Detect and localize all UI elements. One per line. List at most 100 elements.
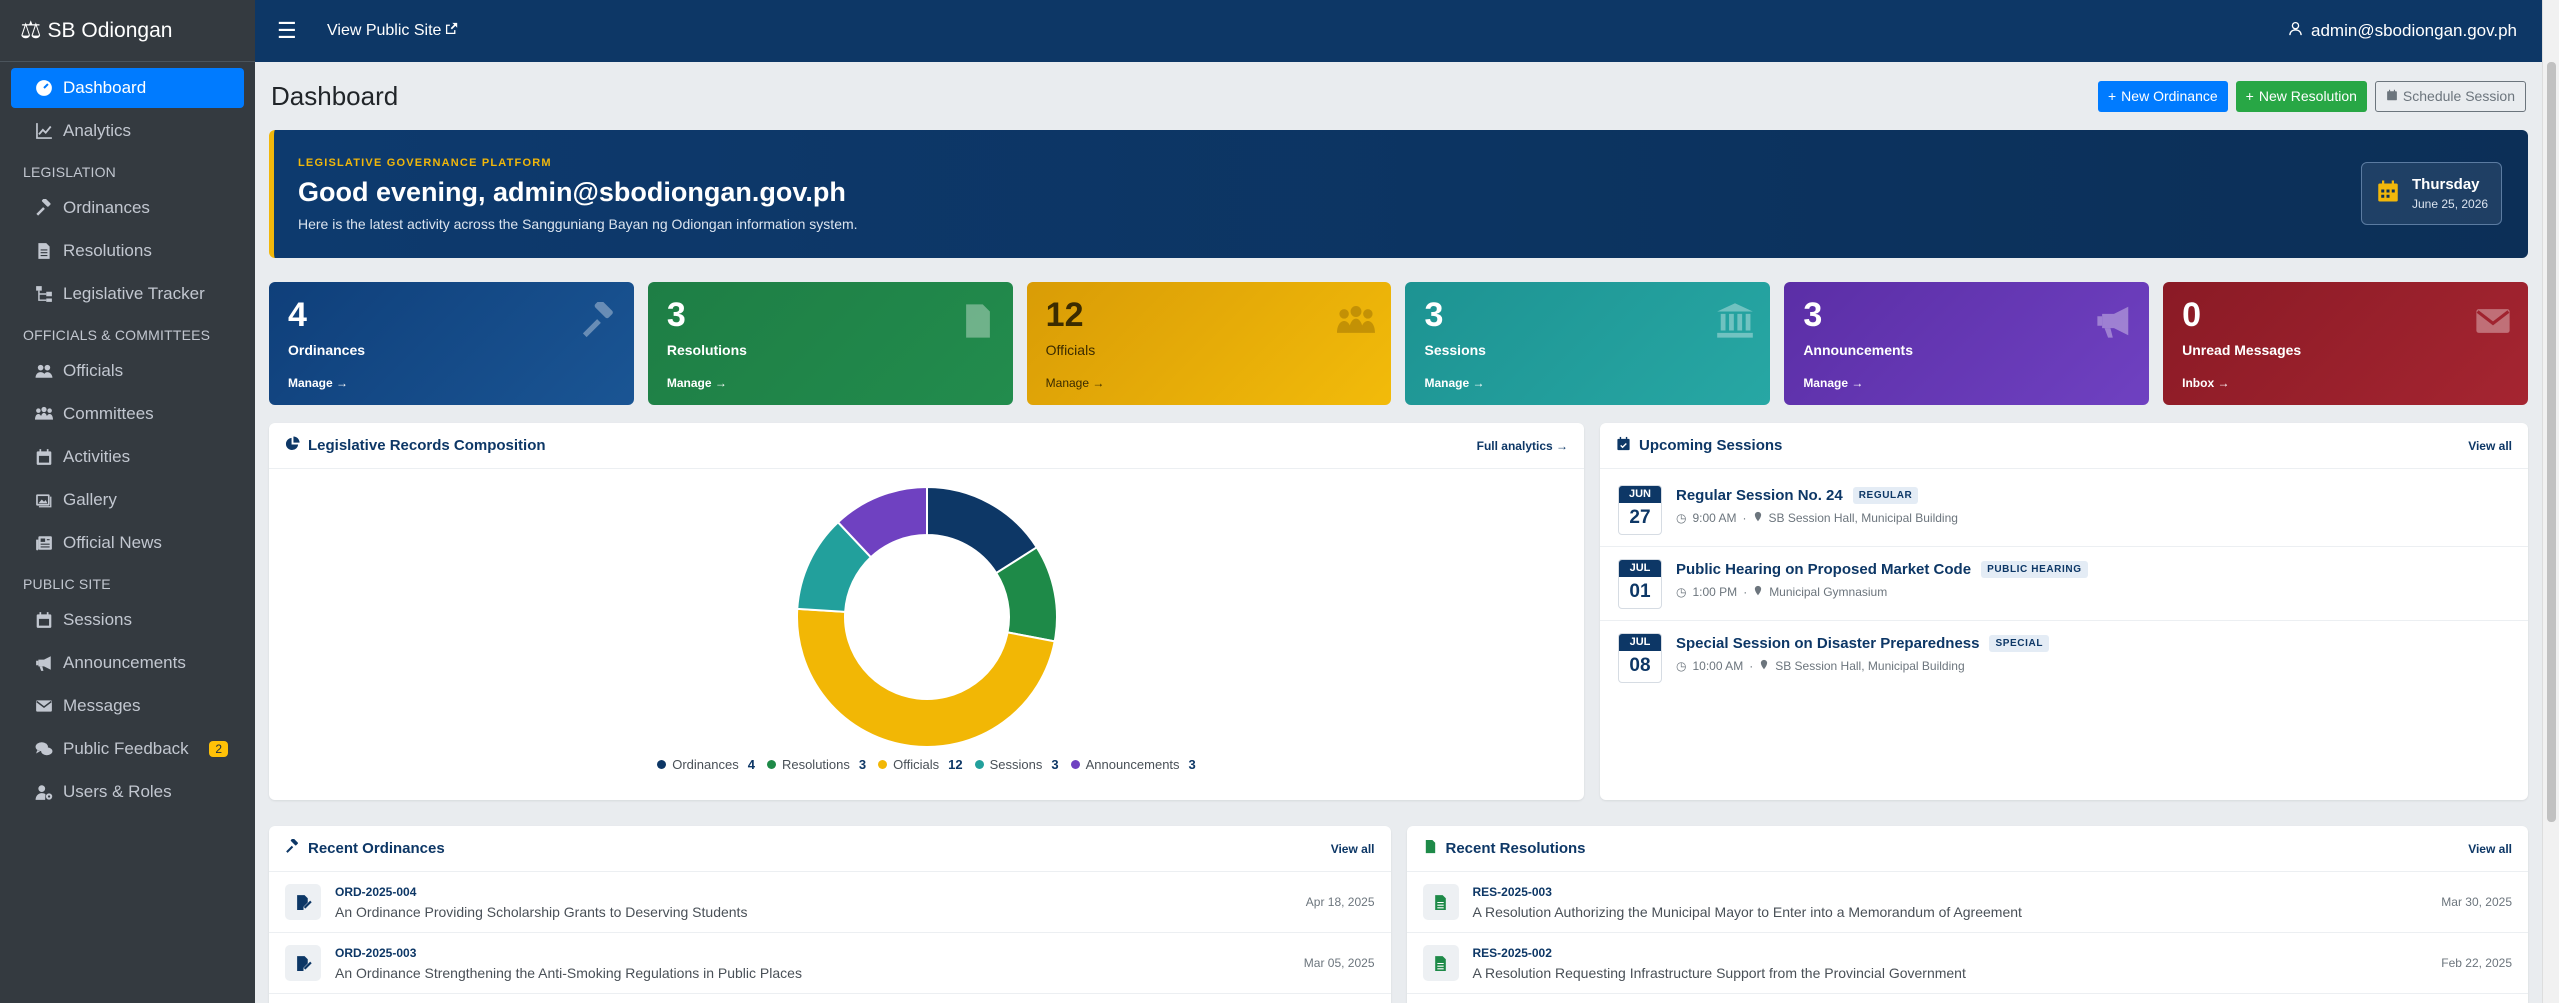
user-gear-icon: [31, 783, 57, 801]
file-signature-icon: [285, 884, 321, 920]
gavel-icon: [31, 199, 57, 217]
file-icon: [959, 302, 997, 345]
view-public-site-link[interactable]: View Public Site: [327, 22, 458, 40]
user-email: admin@sbodiongan.gov.ph: [2311, 21, 2517, 40]
images-icon: [31, 491, 57, 509]
legend-swatch: [1070, 760, 1080, 769]
sidebar-item-sessions[interactable]: Sessions: [11, 600, 244, 640]
sidebar-item-analytics[interactable]: Analytics: [11, 111, 244, 151]
bottom-row: Recent Ordinances View all ORD-2025-004 …: [269, 826, 2528, 1003]
sidebar-label-analytics: Analytics: [63, 121, 132, 140]
sidebar-item-committees[interactable]: Committees: [11, 394, 244, 434]
resolution-row[interactable]: RES-2025-003 A Resolution Authorizing th…: [1406, 872, 2528, 933]
legend-item-sessions[interactable]: Sessions 3: [974, 757, 1059, 772]
sidebar-item-ordinances[interactable]: Ordinances: [11, 188, 244, 228]
sidebar-item-activities[interactable]: Activities: [11, 437, 244, 477]
sidebar-item-announcements[interactable]: Announcements: [11, 643, 244, 683]
new-ordinance-label: New Ordinance: [2121, 88, 2218, 104]
scrollbar-thumb[interactable]: [2547, 62, 2556, 822]
file-signature-icon: [285, 945, 321, 981]
session-type-badge: PUBLIC HEARING: [1981, 561, 2088, 578]
calendar-check-icon: [1616, 436, 1631, 456]
recent-ordinances-card: Recent Ordinances View all ORD-2025-004 …: [269, 826, 1391, 1003]
menu-toggle-icon[interactable]: ☰: [277, 18, 305, 44]
legend-item-announcements[interactable]: Announcements 3: [1070, 757, 1196, 772]
full-analytics-link[interactable]: Full analytics →: [1477, 439, 1568, 453]
sessions-view-all-link[interactable]: View all: [2468, 439, 2512, 453]
file-icon: [1423, 839, 1438, 859]
recent-ordinances-title: Recent Ordinances: [308, 840, 445, 857]
ordinance-row[interactable]: ORD-2025-003 An Ordinance Strengthening …: [269, 933, 1391, 994]
composition-title: Legislative Records Composition: [308, 437, 546, 454]
separator-dot: ·: [1749, 659, 1754, 673]
plus-icon: +: [2107, 88, 2117, 104]
session-item[interactable]: JUN 27 Regular Session No. 24 REGULAR ◷ 9:…: [1600, 473, 2528, 547]
stat-inbox-link[interactable]: Inbox →: [2182, 376, 2509, 390]
schedule-session-button[interactable]: Schedule Session: [2374, 80, 2526, 112]
stat-card-resolutions[interactable]: 3 Resolutions Manage →: [647, 282, 1013, 405]
stat-manage-link[interactable]: Manage →: [1046, 376, 1373, 390]
sidebar-item-resolutions[interactable]: Resolutions: [11, 231, 244, 271]
stat-card-ordinances[interactable]: 4 Ordinances Manage →: [269, 282, 634, 405]
resolution-date: Feb 22, 2025: [2441, 956, 2512, 970]
brand[interactable]: ⚖ SB Odiongan: [0, 0, 255, 62]
sidebar-nav: Dashboard Analytics LEGISLATION Ordinanc…: [0, 62, 255, 821]
banner-subtitle: Here is the latest activity across the S…: [298, 215, 858, 232]
ordinance-code: ORD-2025-004: [335, 884, 417, 899]
external-link-icon: [445, 22, 458, 40]
stat-card-messages[interactable]: 0 Unread Messages Inbox →: [2163, 282, 2528, 405]
resolutions-view-all-link[interactable]: View all: [2468, 842, 2512, 856]
nav-header-officials: OFFICIALS & COMMITTEES: [23, 327, 211, 343]
sidebar-label-dashboard: Dashboard: [63, 78, 147, 97]
stat-card-sessions[interactable]: 3 Sessions Manage →: [1405, 282, 1771, 405]
session-item[interactable]: JUL 08 Special Session on Disaster Prepa…: [1600, 621, 2528, 695]
file-lines-icon: [1422, 945, 1459, 981]
ordinance-row[interactable]: ORD-2025-004 An Ordinance Providing Scho…: [269, 872, 1391, 933]
plus-icon: +: [2245, 88, 2254, 104]
sidebar-item-messages[interactable]: Messages: [11, 686, 244, 726]
sidebar-label-users: Users & Roles: [63, 782, 172, 801]
sidebar-item-dashboard[interactable]: Dashboard: [11, 68, 244, 108]
map-pin-icon: [1753, 511, 1763, 525]
page-scrollbar[interactable]: [2542, 0, 2559, 1003]
user-icon: [2288, 21, 2303, 41]
new-resolution-button[interactable]: + New Resolution: [2235, 80, 2367, 112]
session-item[interactable]: JUL 01 Public Hearing on Proposed Market…: [1600, 547, 2528, 621]
new-ordinance-button[interactable]: + New Ordinance: [2097, 80, 2228, 112]
sidebar-item-users[interactable]: Users & Roles: [11, 772, 244, 812]
user-menu[interactable]: admin@sbodiongan.gov.ph: [2288, 21, 2517, 41]
resolution-date: Mar 30, 2025: [2441, 895, 2512, 909]
landmark-icon: [1716, 302, 1754, 345]
stat-label: Resolutions: [666, 342, 747, 358]
welcome-banner: LEGISLATIVE GOVERNANCE PLATFORM Good eve…: [269, 130, 2528, 258]
banner-kicker: LEGISLATIVE GOVERNANCE PLATFORM: [298, 156, 552, 169]
stat-manage-link[interactable]: Manage →: [1424, 376, 1751, 390]
legend-item-resolutions[interactable]: Resolutions 3: [766, 757, 866, 772]
legend-item-ordinances[interactable]: Ordinances 4: [657, 757, 755, 772]
donut-wrap: [269, 485, 1584, 749]
newspaper-icon: [31, 534, 57, 552]
stat-manage-link[interactable]: Manage →: [667, 376, 994, 390]
resolution-row[interactable]: RES-2025-002 A Resolution Requesting Inf…: [1406, 933, 2528, 994]
recent-ordinances-header: Recent Ordinances View all: [269, 826, 1391, 872]
chart-pie-icon: [285, 435, 300, 456]
sidebar-item-feedback[interactable]: Public Feedback 2: [11, 729, 244, 769]
legend-item-officials[interactable]: Officials 12: [878, 757, 963, 772]
sidebar-item-news[interactable]: Official News: [11, 523, 244, 563]
stat-card-officials[interactable]: 12 Officials Manage →: [1026, 282, 1392, 405]
sidebar-item-officials[interactable]: Officials: [11, 351, 244, 391]
nav-header-public: PUBLIC SITE: [23, 576, 111, 592]
stat-manage-link[interactable]: Manage →: [1803, 376, 2130, 390]
page-title: Dashboard: [271, 80, 399, 111]
ordinances-view-all-link[interactable]: View all: [1331, 842, 1375, 856]
resolution-title: A Resolution Requesting Infrastructure S…: [1472, 964, 1966, 981]
envelope-icon: [31, 697, 57, 715]
chart-line-icon: [31, 122, 57, 140]
sidebar-label-officials: Officials: [63, 361, 124, 380]
session-type-badge: SPECIAL: [1989, 635, 2050, 652]
sidebar-item-tracker[interactable]: Legislative Tracker: [11, 274, 244, 314]
stat-card-announcements[interactable]: 3 Announcements Manage →: [1784, 282, 2150, 405]
sidebar-item-gallery[interactable]: Gallery: [11, 480, 244, 520]
legend-label: Announcements: [1085, 757, 1180, 772]
stat-manage-link[interactable]: Manage →: [288, 376, 615, 390]
